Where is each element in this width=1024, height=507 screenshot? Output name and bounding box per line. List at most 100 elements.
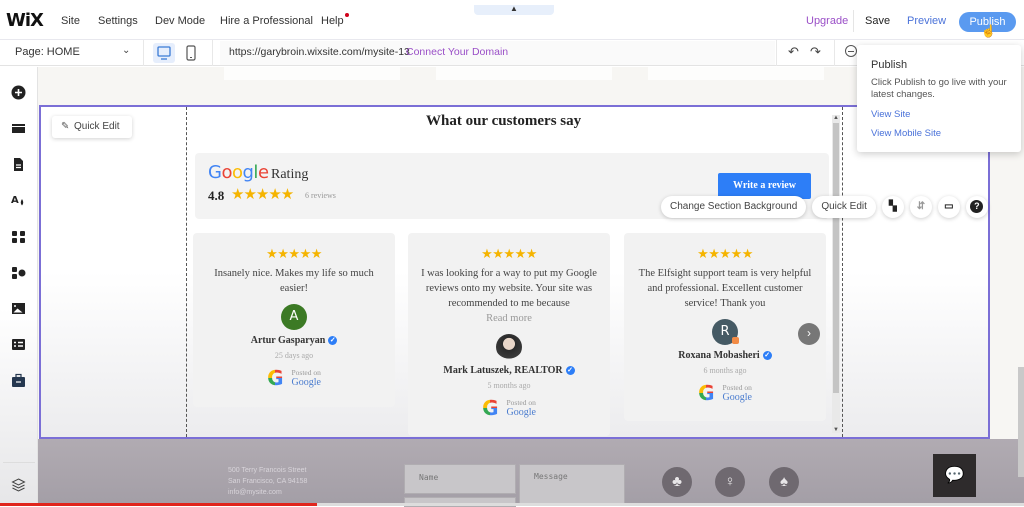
review-card: ★★★★★ I was looking for a way to put my … (408, 233, 610, 436)
reviewer-name-text: Roxana Mobasheri (678, 350, 760, 361)
zoom-out-icon[interactable] (845, 45, 857, 57)
divider (212, 40, 213, 66)
review-stars: ★★★★★ (481, 246, 537, 261)
palm-tree-icon[interactable]: ♠ (769, 467, 799, 497)
save-button[interactable]: Save (865, 15, 890, 27)
google-g-icon: G (267, 366, 284, 390)
review-time: 25 days ago (274, 351, 314, 360)
review-card: ★★★★★ The Elfsight support team is very … (624, 233, 826, 421)
site-url: https://garybroin.wixsite.com/mysite-13 (229, 46, 410, 58)
rating-score: 4.8 (208, 188, 225, 203)
quick-edit-button[interactable]: ✎ Quick Edit (52, 116, 132, 138)
google-g-icon: G (698, 381, 715, 405)
site-design-icon[interactable]: A (11, 193, 26, 208)
apps-icon[interactable] (11, 229, 26, 244)
menu-hire-a-professional[interactable]: Hire a Professional (220, 15, 313, 27)
notification-dot (344, 13, 349, 17)
canvas-scrollbar[interactable] (1018, 367, 1024, 477)
posted-on-google[interactable]: G Posted on Google (408, 396, 610, 420)
address-line: San Francisco, CA 94158 (228, 478, 308, 485)
posted-on-label: Posted on (506, 398, 536, 407)
posted-on-label: Posted on (291, 368, 321, 377)
change-section-background-button[interactable]: Change Section Background (661, 196, 807, 218)
section-settings-icon[interactable]: ▭ (937, 196, 960, 218)
view-mobile-site-link[interactable]: View Mobile Site (871, 128, 1007, 139)
grid-line-right (842, 107, 843, 437)
preview-button[interactable]: Preview (907, 15, 946, 27)
name-field[interactable]: Name (404, 464, 516, 494)
menu-settings[interactable]: Settings (98, 15, 138, 27)
scroll-up-icon[interactable]: ▲ (832, 115, 840, 121)
reviewer-name: Mark Latuszek, REALTOR ✓ (408, 365, 610, 376)
collapse-toolbar-button[interactable]: ▲ (474, 5, 554, 15)
next-review-button[interactable]: › (798, 323, 820, 345)
upgrade-link[interactable]: Upgrade (806, 15, 848, 27)
review-text: Insanely nice. Makes my life so much eas… (214, 268, 374, 294)
menu-site[interactable]: Site (61, 15, 80, 27)
google-logo: Google (208, 162, 269, 183)
menu-dev-mode[interactable]: Dev Mode (155, 15, 205, 27)
wix-logo[interactable]: WiX (6, 10, 44, 31)
pineapple-icon[interactable]: ♣ (662, 467, 692, 497)
move-section-icon[interactable]: ⇵ (909, 196, 932, 218)
undo-icon[interactable]: ↶ (788, 44, 799, 60)
rating-label: Rating (271, 167, 309, 182)
divider (3, 462, 35, 463)
grid-line-left (186, 107, 187, 437)
chat-button[interactable]: 💬 (933, 454, 976, 497)
posted-on-google[interactable]: G Posted on Google (624, 381, 826, 405)
portfolio-icon[interactable] (11, 373, 26, 388)
hot-air-balloon-icon[interactable]: ♀ (715, 467, 745, 497)
redo-icon[interactable]: ↷ (810, 44, 821, 60)
pencil-icon: ✎ (61, 121, 70, 132)
mobile-icon (186, 45, 196, 61)
review-stars: ★★★★★ (266, 246, 322, 261)
scrollbar-thumb[interactable] (833, 123, 839, 393)
review-count[interactable]: 6 reviews (305, 191, 336, 200)
reviewer-name-text: Mark Latuszek, REALTOR (443, 365, 563, 376)
source-link[interactable]: Google (722, 392, 751, 403)
add-elements-icon[interactable] (11, 85, 26, 100)
source-link[interactable]: Google (291, 377, 320, 388)
page-selector[interactable]: Page: HOME (15, 46, 80, 58)
header-strip (224, 67, 824, 80)
add-section-icon[interactable] (11, 121, 26, 136)
reviews-section[interactable]: ✎ Quick Edit What our customers say Goog… (39, 105, 990, 439)
popover-title: Publish (871, 59, 908, 71)
reviewer-name-text: Artur Gasparyan (250, 335, 326, 346)
avatar: R (712, 319, 739, 345)
verified-badge-icon: ✓ (565, 366, 575, 376)
left-sidebar: A (0, 67, 38, 506)
chevron-down-icon[interactable]: ⌄ (122, 45, 130, 56)
rating-stars: ★★★★★ (231, 186, 294, 203)
email-link[interactable]: info@mysite.com (228, 487, 307, 498)
business-apps-icon[interactable] (11, 265, 26, 280)
media-icon[interactable] (11, 301, 26, 316)
mobile-view-button[interactable] (185, 44, 197, 62)
connect-domain-link[interactable]: Connect Your Domain (406, 46, 508, 58)
section-quick-edit-button[interactable]: Quick Edit (812, 196, 876, 218)
help-icon[interactable]: ? (965, 196, 988, 218)
layout-icon[interactable]: ▚ (881, 196, 904, 218)
layers-icon[interactable] (11, 477, 26, 492)
pages-icon[interactable] (11, 157, 26, 172)
review-stars: ★★★★★ (697, 246, 753, 261)
posted-on-google[interactable]: G Posted on Google (193, 366, 395, 390)
google-g-icon: G (482, 396, 499, 420)
read-more-link[interactable]: Read more (408, 311, 610, 326)
address-line: 500 Terry Francois Street (228, 467, 307, 474)
message-field[interactable]: Message (519, 464, 625, 506)
review-text: The Elfsight support team is very helpfu… (638, 268, 812, 309)
scroll-down-icon[interactable]: ▼ (832, 427, 840, 433)
desktop-view-button[interactable] (153, 43, 175, 63)
menu-help-wrap[interactable]: Help (321, 13, 349, 27)
chevron-up-icon: ▲ (510, 4, 518, 13)
cms-icon[interactable] (11, 337, 26, 352)
footer-address: 500 Terry Francois Street San Francisco,… (228, 465, 307, 498)
divider (853, 10, 854, 32)
desktop-icon (157, 46, 171, 60)
avatar-badge (732, 337, 739, 344)
source-link[interactable]: Google (506, 407, 535, 418)
widget-scrollbar[interactable]: ▲ ▼ (832, 115, 840, 433)
view-site-link[interactable]: View Site (871, 109, 1007, 120)
